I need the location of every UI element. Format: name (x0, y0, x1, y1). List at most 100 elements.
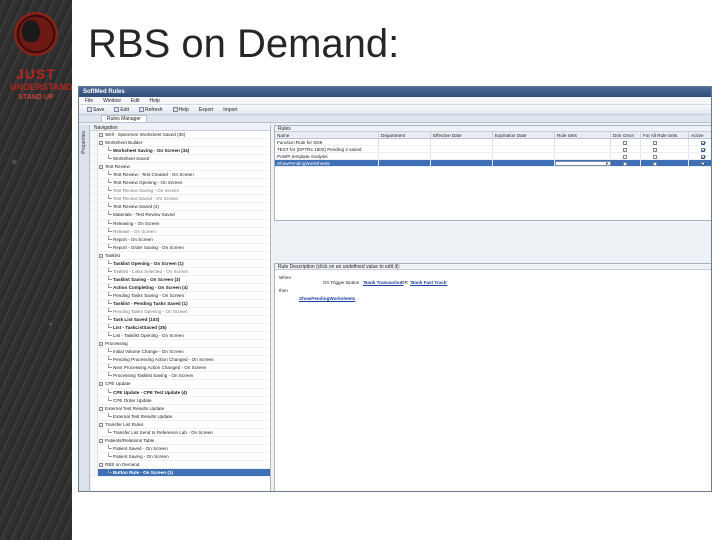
nav-item[interactable]: List - Tasklist Opening - On Screen (91, 332, 270, 341)
rule-name-cell[interactable]: ShowPendingWorksheets (275, 160, 379, 166)
col-for-all-rule-sets[interactable]: For All Rule Sets (641, 132, 689, 138)
nav-item[interactable]: Patient Saved - On Screen (91, 444, 270, 453)
checkbox[interactable] (653, 147, 657, 152)
nav-item[interactable]: Release - On Screen (91, 227, 270, 236)
nav-item[interactable]: Pending Processing Action Changed - On S… (91, 356, 270, 365)
collapse-icon[interactable]: − (99, 342, 103, 347)
import-button[interactable]: Import (221, 107, 239, 113)
tab-rules-manager[interactable]: Rules Manager (101, 115, 147, 122)
nav-item[interactable]: Action Completing - On Screen (4) (91, 283, 270, 292)
rule-name-cell[interactable]: TEST for (DPTRx 1500) Pending 2 saved (275, 146, 379, 152)
collapse-icon[interactable]: − (99, 406, 103, 411)
nav-item[interactable]: Tasklist - Links Selected - On Screen (91, 267, 270, 276)
nav-group[interactable]: − CPE Update (91, 380, 270, 389)
rule-row[interactable]: PostPI template Analysis (275, 153, 711, 160)
nav-item[interactable]: Pending Tasks Saving - On Screen (91, 291, 270, 300)
rule-name-cell[interactable]: PostPI template Analysis (275, 153, 379, 159)
nav-group[interactable]: − Test Review (91, 163, 270, 172)
nav-item[interactable]: Initial Volume Change - On Screen (91, 348, 270, 357)
collapse-icon[interactable]: − (99, 422, 103, 427)
nav-item[interactable]: CPE Order Update (91, 396, 270, 405)
col-expiration-date[interactable]: Expiration Date (493, 132, 555, 138)
col-department[interactable]: Department (379, 132, 431, 138)
menu-file[interactable]: File (85, 98, 93, 104)
nav-item[interactable]: Patient Saving - On Screen (91, 452, 270, 461)
save-button[interactable]: Save (85, 107, 106, 113)
checkbox[interactable] (701, 140, 705, 145)
collapse-icon[interactable]: − (99, 382, 103, 387)
nav-group[interactable]: − Patients/Relations Table (91, 436, 270, 445)
nav-item[interactable]: Test Review - Test Created - On Screen (91, 171, 270, 180)
nav-group[interactable]: − Well - Specimen Worksheet Saved (30) (91, 131, 270, 140)
collapse-icon[interactable]: − (99, 438, 103, 443)
nav-item[interactable]: Tasklist Saving - On Screen (3) (91, 275, 270, 284)
collapse-icon[interactable]: − (99, 165, 103, 170)
collapse-icon[interactable]: − (99, 253, 103, 258)
help-button[interactable]: Help (171, 107, 191, 113)
rule-row[interactable]: TEST for (DPTRx 1500) Pending 2 saved (275, 146, 711, 153)
nav-item[interactable]: Transfer List Send to Reference Lab - On… (91, 428, 270, 437)
collapse-icon[interactable]: − (99, 462, 103, 467)
rule-trigger-link-2[interactable]: 'Bank Fast Track' (410, 280, 447, 285)
col-active[interactable]: Active (689, 132, 711, 138)
nav-item[interactable]: Test Review Saved (4) (91, 203, 270, 212)
rule-trigger-link-1[interactable]: 'Bank Transaction' (363, 280, 403, 285)
nav-item[interactable]: Tasklist - Pending Tasks Saved (1) (91, 299, 270, 309)
collapse-icon[interactable]: − (99, 133, 103, 137)
nav-item[interactable]: Test Review Opening - On Screen (91, 179, 270, 188)
checkbox[interactable] (623, 154, 627, 159)
checkbox[interactable] (623, 140, 627, 145)
nav-item[interactable]: Report - Order Saving - On Screen (91, 243, 270, 252)
nav-item[interactable]: Button Rule - On Screen (1) (91, 468, 270, 478)
menu-window[interactable]: Window (103, 98, 121, 104)
checkbox[interactable] (653, 140, 657, 145)
nav-group[interactable]: − Worksheet Builder (91, 139, 270, 148)
nav-item[interactable]: Materials - Test Review Saved (91, 211, 270, 220)
rule-name-cell[interactable]: Function Rule for SDK (275, 139, 379, 145)
nav-item[interactable]: Report - On Screen (91, 235, 270, 244)
rule-action-link[interactable]: ShowPendingWorksheets (299, 296, 355, 301)
export-button[interactable]: Export (197, 107, 215, 113)
checkbox[interactable] (623, 161, 627, 166)
col-rule-sets[interactable]: Rule Sets (555, 132, 611, 138)
nav-item[interactable]: Task List Saved (103) (91, 316, 270, 325)
nav-group[interactable]: − Tasklist (91, 251, 270, 260)
col-name[interactable]: Name (275, 132, 379, 138)
menu-help[interactable]: Help (149, 98, 159, 104)
checkbox[interactable] (701, 147, 705, 152)
nav-item[interactable]: Processing Tasklist Saving - On Screen (91, 372, 270, 381)
nav-item[interactable]: Test Review Saving - On Screen (91, 187, 270, 196)
nav-item[interactable]: Test Review Saved - On Screen (91, 195, 270, 204)
nav-item[interactable]: Worksheet Saving - On Screen (34) (91, 147, 270, 156)
menu-edit[interactable]: Edit (131, 98, 140, 104)
checkbox[interactable] (701, 161, 705, 166)
col-effective-date[interactable]: Effective Date (431, 132, 493, 138)
col-dmr-once[interactable]: Dmr Once (611, 132, 641, 138)
collapse-icon[interactable]: − (99, 141, 103, 146)
nav-item[interactable]: Next Processing Action Changed - On Scre… (91, 364, 270, 373)
checkbox[interactable] (623, 147, 627, 152)
checkbox[interactable] (653, 161, 657, 166)
nav-group[interactable]: − External Test Results Update (91, 404, 270, 413)
nav-item[interactable]: Releasing - On Screen (91, 219, 270, 228)
side-dock[interactable]: Properties (79, 125, 90, 491)
chevron-down-icon[interactable]: ▾ (606, 162, 608, 165)
tree-branch-icon (108, 316, 112, 321)
rule-sets-dropdown[interactable]: ▾ (555, 161, 611, 166)
nav-item[interactable]: Pending Tasks Opening - On Screen (91, 308, 270, 317)
nav-group[interactable]: − RBS on Demand (91, 460, 270, 469)
rule-row[interactable]: Function Rule for SDK (275, 139, 711, 146)
nav-group[interactable]: − Processing (91, 340, 270, 349)
rule-row[interactable]: ShowPendingWorksheets ▾ (275, 160, 711, 167)
nav-item[interactable]: List - TaskListSaved (35) (91, 324, 270, 333)
nav-item[interactable]: External Test Results Update (91, 412, 270, 421)
nav-item[interactable]: Worksheet Saved (91, 155, 270, 164)
nav-group[interactable]: − Transfer List Rules (91, 420, 270, 429)
nav-item[interactable]: CPE Update - CPE Test Update (4) (91, 388, 270, 397)
edit-button[interactable]: Edit (112, 107, 131, 113)
window-titlebar[interactable]: SoftMed Rules (79, 87, 711, 97)
checkbox[interactable] (701, 154, 705, 159)
nav-item[interactable]: Tasklist Opening - On Screen (1) (91, 259, 270, 268)
checkbox[interactable] (653, 154, 657, 159)
refresh-button[interactable]: Refresh (137, 107, 165, 113)
